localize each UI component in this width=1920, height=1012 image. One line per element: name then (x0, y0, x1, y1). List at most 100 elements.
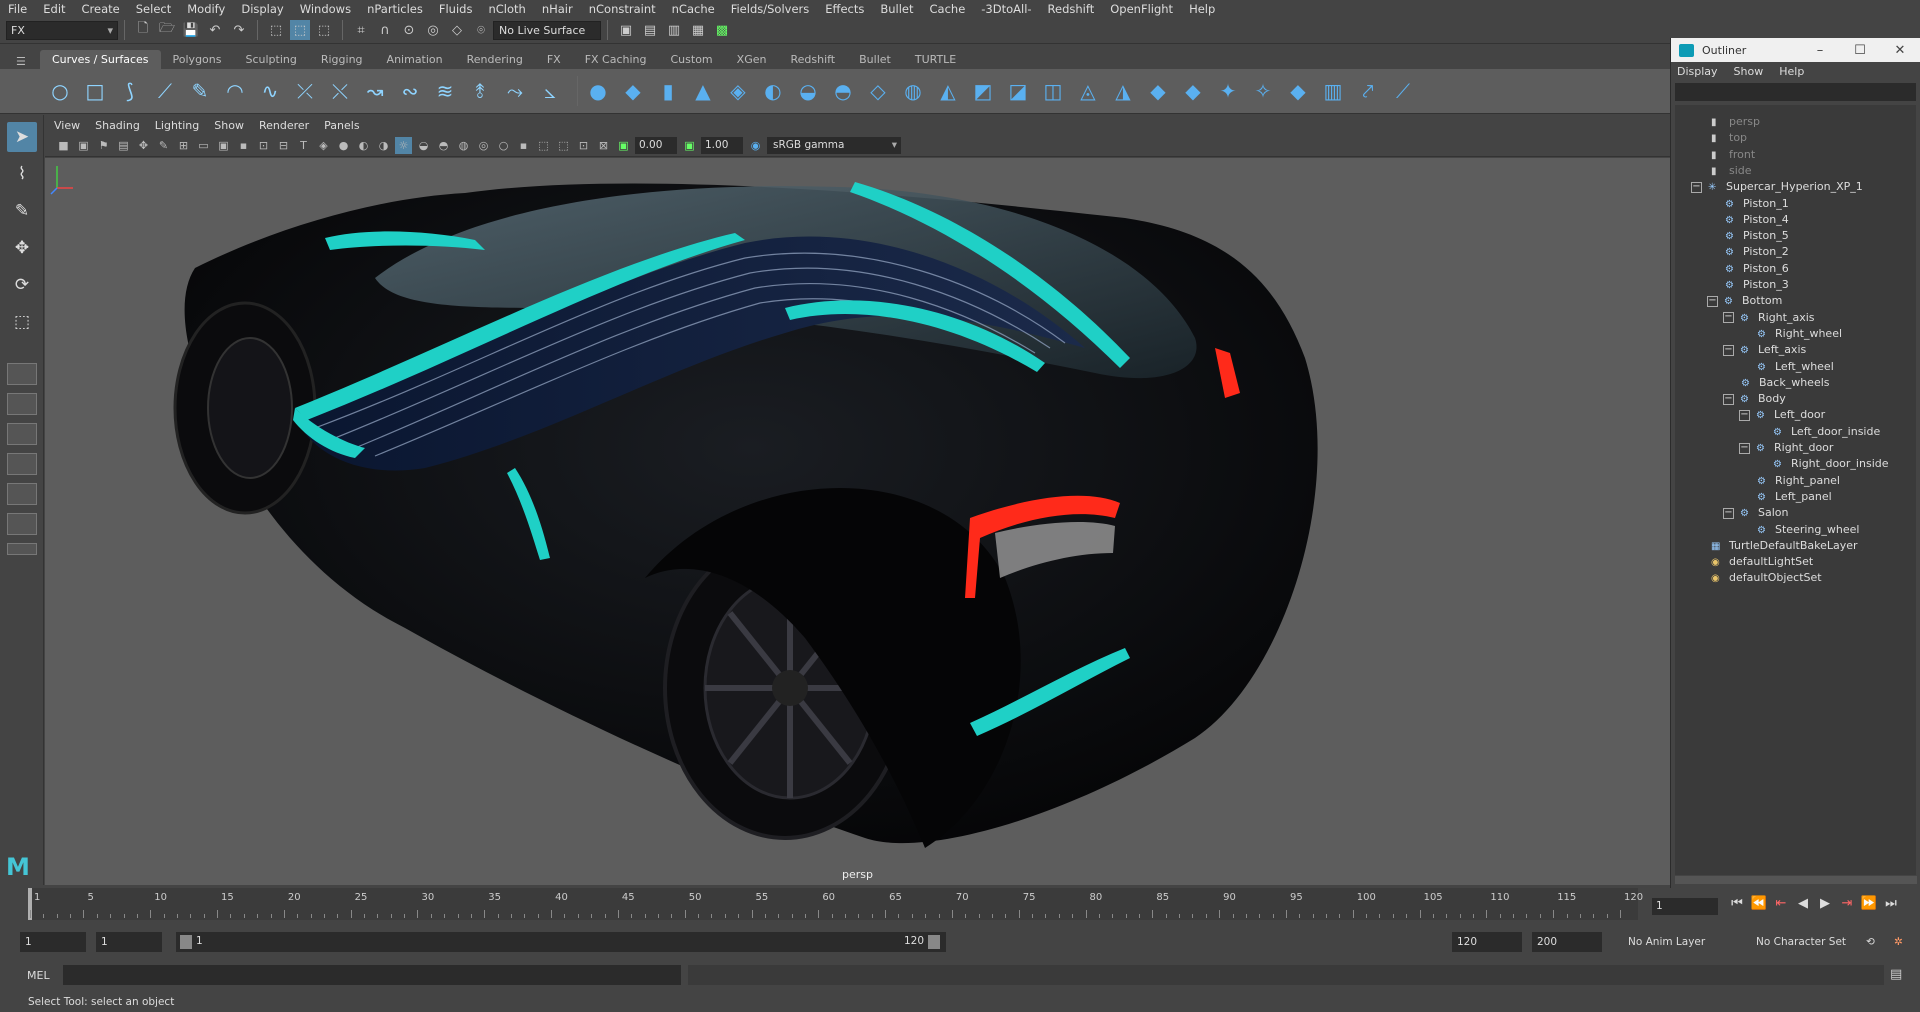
view-transform-select[interactable]: sRGB gamma (767, 137, 901, 154)
render-frame-icon[interactable]: ▤ (640, 20, 660, 40)
grease-pencil-icon[interactable]: ✎ (155, 137, 172, 154)
nurbs-cone-icon[interactable]: ▲ (689, 77, 717, 105)
minimize-icon[interactable]: – (1800, 43, 1840, 58)
field-chart-icon[interactable]: ⊡ (255, 137, 272, 154)
panel-menu-renderer[interactable]: Renderer (259, 119, 309, 132)
outliner-item[interactable]: − ⚙ Left_door (1739, 406, 1825, 424)
outliner-item[interactable]: ⚙ Steering_wheel (1757, 521, 1859, 539)
four-pane-layout-icon[interactable] (7, 393, 37, 415)
select-tool-icon[interactable]: ➤ (7, 122, 37, 152)
shelf-tab-fx-caching[interactable]: FX Caching (573, 50, 659, 69)
outliner-item[interactable]: ▮ side (1711, 162, 1752, 180)
menu-nhair[interactable]: nHair (542, 2, 573, 16)
nurbs-sphere-icon[interactable]: ● (584, 77, 612, 105)
maximize-icon[interactable]: ☐ (1840, 43, 1880, 58)
bezier-curve-icon[interactable]: ∿ (256, 77, 284, 105)
outliner-search-input[interactable] (1675, 83, 1916, 101)
shelf-tab-rigging[interactable]: Rigging (309, 50, 375, 69)
add-points-icon[interactable]: ⤳ (501, 77, 529, 105)
nurbs-square-icon[interactable]: □ (81, 77, 109, 105)
outliner-item[interactable]: ▦ TurtleDefaultBakeLayer (1711, 537, 1858, 555)
nurbs-cylinder-icon[interactable]: ▮ (654, 77, 682, 105)
gate-mask-icon[interactable]: ▪ (235, 137, 252, 154)
resolution-gate-icon[interactable]: ▣ (215, 137, 232, 154)
outliner-persp-layout-icon[interactable] (7, 453, 37, 475)
layout-more-icon[interactable] (7, 543, 37, 555)
motion-blur-icon[interactable]: ◍ (455, 137, 472, 154)
undo-icon[interactable]: ↶ (205, 20, 225, 40)
textured-icon[interactable]: ◑ (375, 137, 392, 154)
menu-bullet[interactable]: Bullet (880, 2, 913, 16)
playback-start-field[interactable]: 1 (96, 932, 162, 952)
menu-redshift[interactable]: Redshift (1048, 2, 1095, 16)
safe-action-icon[interactable]: ⊟ (275, 137, 292, 154)
outliner-item[interactable]: ◉ defaultLightSet (1711, 553, 1813, 571)
boundary-icon[interactable]: ◩ (969, 77, 997, 105)
hypershade-layout-icon[interactable] (7, 513, 37, 535)
panel-menu-show[interactable]: Show (214, 119, 244, 132)
play-backwards-icon[interactable]: ◀ (1792, 896, 1814, 911)
perspective-viewport[interactable]: persp (45, 158, 1670, 885)
sculpt-geometry-icon[interactable]: ⟋ (1389, 77, 1417, 105)
xray-joints-icon[interactable]: ⊡ (575, 137, 592, 154)
snap-live-icon[interactable]: ⌾ (471, 20, 491, 40)
graph-persp-layout-icon[interactable] (7, 483, 37, 505)
script-editor-icon[interactable]: ▤ (1890, 967, 1902, 982)
range-slider-bar[interactable]: 1 120 (176, 932, 946, 952)
paint-select-icon[interactable]: ✎ (7, 196, 37, 226)
range-end-field[interactable]: 200 (1532, 932, 1602, 952)
loft-icon[interactable]: ◓ (829, 77, 857, 105)
select-hierarchy-icon[interactable]: ⬚ (266, 20, 286, 40)
collapse-toggle-icon[interactable]: − (1723, 312, 1734, 324)
outliner-menu-display[interactable]: Display (1677, 65, 1718, 78)
menu-select[interactable]: Select (136, 2, 171, 16)
panel-menu-shading[interactable]: Shading (95, 119, 140, 132)
shelf-tab-polygons[interactable]: Polygons (161, 50, 234, 69)
outliner-item[interactable]: ⚙ Piston_2 (1725, 243, 1789, 261)
insert-isoparm-icon[interactable]: ▥ (1319, 77, 1347, 105)
ipr-render-icon[interactable]: ▥ (664, 20, 684, 40)
side-by-side-layout-icon[interactable] (7, 423, 37, 445)
insert-knot-icon[interactable]: ∾ (396, 77, 424, 105)
revolve-icon[interactable]: ◒ (794, 77, 822, 105)
scale-tool-icon[interactable]: ⬚ (7, 307, 37, 337)
nurbs-cube-icon[interactable]: ◆ (619, 77, 647, 105)
collapse-toggle-icon[interactable]: − (1723, 344, 1734, 356)
outliner-item[interactable]: − ⚙ Bottom (1707, 292, 1782, 310)
outliner-item[interactable]: − ✳ Supercar_Hyperion_XP_1 (1691, 178, 1863, 196)
snap-point-icon[interactable]: ⊙ (399, 20, 419, 40)
open-scene-icon[interactable]: 🗁 (157, 20, 177, 40)
shelf-tab-rendering[interactable]: Rendering (455, 50, 535, 69)
collapse-toggle-icon[interactable]: − (1723, 507, 1734, 519)
outliner-item[interactable]: ⚙ Piston_6 (1725, 260, 1789, 278)
range-start-handle[interactable] (180, 935, 192, 949)
isolate-select-icon[interactable]: ▪ (515, 137, 532, 154)
project-curve-icon[interactable]: ◬ (1074, 77, 1102, 105)
multisample-aa-icon[interactable]: ◎ (475, 137, 492, 154)
outliner-menu-show[interactable]: Show (1734, 65, 1764, 78)
nurbs-plane-icon[interactable]: ◈ (724, 77, 752, 105)
menu-modify[interactable]: Modify (187, 2, 225, 16)
snap-view-icon[interactable]: ◎ (423, 20, 443, 40)
snap-curve-icon[interactable]: ∩ (375, 20, 395, 40)
collapse-toggle-icon[interactable]: − (1707, 295, 1718, 307)
outliner-horizontal-scrollbar[interactable] (1675, 876, 1917, 884)
outliner-item[interactable]: ⚙ Right_wheel (1757, 325, 1842, 343)
nurbs-torus-icon[interactable]: ◐ (759, 77, 787, 105)
trim-tool-icon[interactable]: ◆ (1144, 77, 1172, 105)
render-settings-icon[interactable]: ▦ (688, 20, 708, 40)
outliner-item[interactable]: ⚙ Piston_4 (1725, 211, 1789, 229)
render-view-icon[interactable]: ▣ (616, 20, 636, 40)
two-d-pan-icon[interactable]: ✥ (135, 137, 152, 154)
nurbs-circle-icon[interactable]: ○ (46, 77, 74, 105)
menu-effects[interactable]: Effects (825, 2, 864, 16)
panel-menu-lighting[interactable]: Lighting (155, 119, 199, 132)
step-back-key-icon[interactable]: ⏪ (1748, 896, 1770, 911)
outliner-item[interactable]: ▮ persp (1711, 113, 1760, 131)
detach-surfaces-icon[interactable]: ✧ (1249, 77, 1277, 105)
film-gate-icon[interactable]: ▭ (195, 137, 212, 154)
rebuild-curve-icon[interactable]: ⥉ (466, 77, 494, 105)
menu-openflight[interactable]: OpenFlight (1110, 2, 1173, 16)
outliner-item[interactable]: ⚙ Left_door_inside (1773, 423, 1880, 441)
shelf-tab-custom[interactable]: Custom (659, 50, 725, 69)
